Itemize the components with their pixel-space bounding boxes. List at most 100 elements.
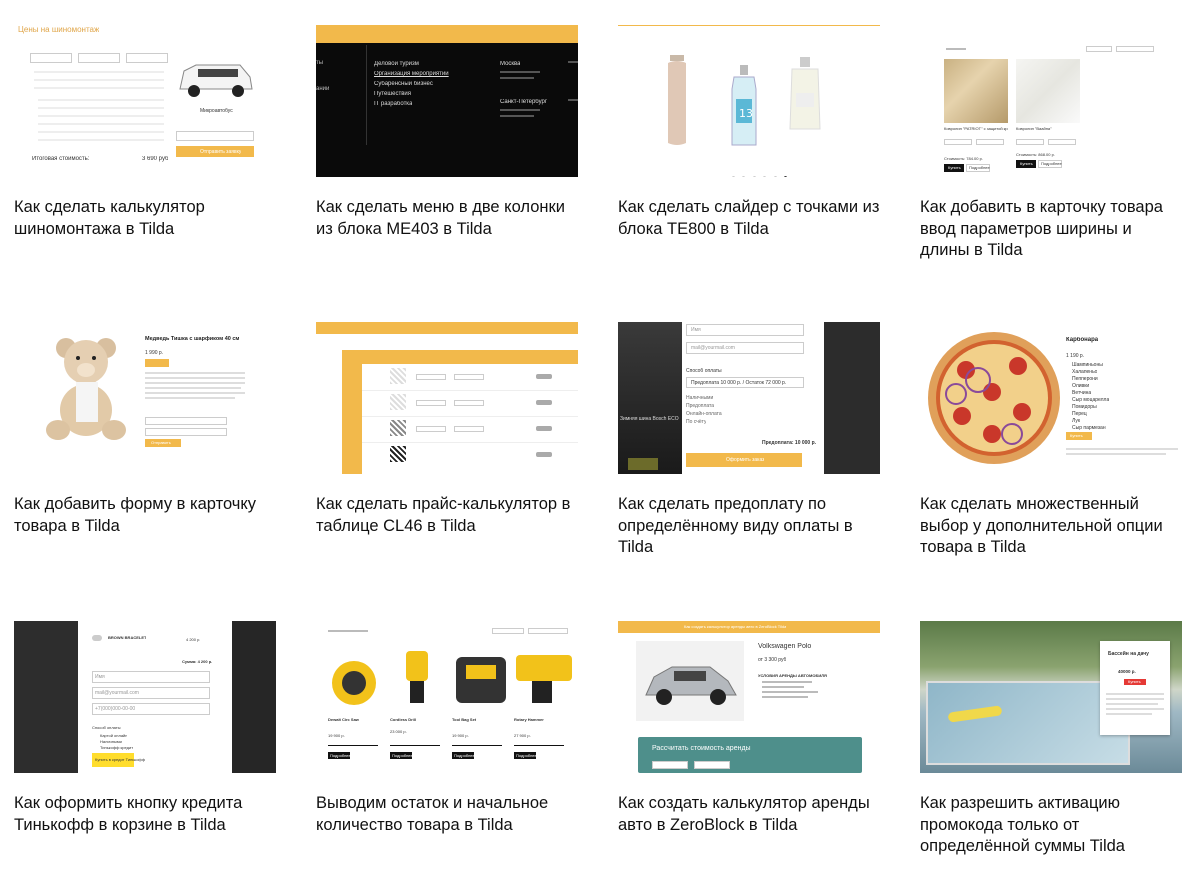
thumb-input (1016, 139, 1044, 145)
thumb-option: Халапеньо (1072, 369, 1098, 375)
order-button: Оформить заказ (686, 453, 802, 467)
thumb-top-line (618, 25, 880, 26)
card-title[interactable]: Как разрешить активацию промокода только… (920, 793, 1182, 858)
pay-option: Предоплата (686, 403, 715, 409)
card-title[interactable]: Как создать калькулятор аренды авто в Ze… (618, 793, 880, 836)
thumb-total: 3 690 руб (142, 156, 169, 162)
thumb-select (454, 374, 484, 380)
cart-backdrop (232, 621, 276, 773)
card-title[interactable]: Как сделать калькулятор шиномонтажа в Ti… (14, 197, 276, 240)
thumb-line (38, 115, 164, 117)
thumb-select (454, 400, 484, 406)
pay-select: Предоплата 10 000 р. / Остаток 72 000 р. (686, 377, 804, 388)
thumb-more-button: Подробнее (452, 752, 475, 759)
thumb-table-header (342, 350, 578, 364)
thumb-price: 23 000 р. (390, 729, 407, 734)
thumb-select (126, 53, 168, 63)
thumb-price: 1 190 р. (1066, 353, 1085, 359)
car-name: Volkswagen Polo (758, 643, 812, 650)
thumb-line (762, 681, 812, 683)
thumb-price: 19 900 р. (328, 733, 345, 738)
card-thumbnail: Ковролин "PATRIOT" с защитой кромкой Ков… (920, 25, 1182, 177)
thumb-button: Отправить заявку (176, 146, 254, 157)
name-input: Имя (686, 324, 804, 336)
thumb-line (34, 87, 164, 89)
car-price: от 3 300 руб (758, 657, 787, 663)
thumb-product: Медведь Тишка с шарфиком 40 см (145, 336, 240, 342)
car-image (636, 641, 744, 721)
thumb-line (145, 377, 245, 379)
teddy-bear-image (46, 338, 126, 440)
thumb-menu-item: Субаренсный бизнес (374, 81, 433, 87)
cart-input: Имя (92, 671, 210, 683)
thumb-divider (366, 45, 367, 145)
thumb-total-label: Итоговая стоимость: (32, 156, 90, 162)
svg-text:13: 13 (739, 107, 753, 120)
cart-sum: Сумма: 4 200 р. (182, 659, 213, 664)
date-input (652, 761, 688, 769)
thumb-row-line (362, 390, 578, 391)
thumb-option: Оливки (1072, 383, 1090, 389)
card-title[interactable]: Как оформить кнопку кредита Тинькофф в к… (14, 793, 276, 836)
thumb-product: Карбонара (1066, 337, 1099, 343)
thumb-city: Москва (500, 61, 521, 67)
thumb-button (145, 359, 169, 367)
buy-button: Купить (1124, 679, 1146, 685)
thumb-select (30, 53, 72, 63)
thumb-menu-item: Организация мероприятий (374, 71, 449, 77)
thumb-line (500, 71, 540, 73)
card-title[interactable]: Как сделать меню в две колонки из блока … (316, 197, 578, 240)
tile-image (390, 446, 406, 462)
thumb-table-column (342, 364, 362, 474)
thumb-product: Ковролин "PATRIOT" с защитой кромкой (944, 126, 1008, 131)
thumb-price: 27 900 р. (514, 733, 531, 738)
thumb-select (416, 400, 446, 406)
card-title[interactable]: Как добавить форму в карточку товара в T… (14, 494, 276, 537)
card-title[interactable]: Как сделать множественный выбор у дополн… (920, 494, 1182, 559)
tools-image (332, 651, 572, 705)
thumb-menu-item: Деловой туризм (374, 61, 419, 67)
thumb-line (145, 382, 245, 384)
thumb-row-button (536, 426, 552, 431)
stock-bar (452, 745, 502, 746)
thumb-more-button: Подробнее (328, 752, 351, 759)
thumb-breadcrumb (946, 48, 966, 50)
slider-dots[interactable] (732, 166, 788, 177)
cart-pay-option: Тинькофф кредит (100, 745, 134, 750)
thumb-product: Tool Bag Set (452, 717, 477, 722)
thumb-city: Санкт-Петербург (500, 99, 548, 105)
card-thumbnail: 13 (618, 25, 880, 177)
carpet-image (944, 59, 1008, 123)
thumb-price: 19 900 р. (452, 733, 469, 738)
card-title[interactable]: Как добавить в карточку товара ввод пара… (920, 197, 1182, 262)
thumb-search (492, 628, 524, 634)
thumb-line (34, 79, 164, 81)
card-thumbnail: Зимняя шина Bosch ECO Имя mail@yourmail.… (618, 322, 880, 474)
pay-option: Наличными (686, 395, 714, 401)
thumb-vehicle: Микроавтобус (200, 108, 233, 114)
product-image: Зимняя шина Bosch ECO (618, 322, 682, 474)
thumb-more-button: Подробнее (966, 164, 990, 172)
stock-bar (390, 745, 440, 746)
thumb-input (145, 428, 227, 436)
thumb-search (1086, 46, 1112, 52)
thumb-price: Стоимость: 868.00 р. (1016, 152, 1055, 157)
thumb-input (944, 139, 972, 145)
card-title[interactable]: Как сделать предоплату по определённому … (618, 494, 880, 559)
carpet-image (1016, 59, 1080, 123)
card-title[interactable]: Как сделать слайдер с точками из блока T… (618, 197, 880, 240)
thumb-line (762, 696, 808, 698)
thumb-row-line (362, 442, 578, 443)
card-title[interactable]: Как сделать прайс-калькулятор в таблице … (316, 494, 578, 537)
card-thumbnail: Dewalt Circ Saw Cordless Drill Tool Bag … (316, 621, 578, 773)
pay-option: Онлайн-оплата (686, 411, 722, 417)
card-thumbnail: Медведь Тишка с шарфиком 40 см 1 990 р. … (14, 322, 276, 474)
thumb-button: Купить (1066, 432, 1092, 440)
card-title[interactable]: Выводим остаток и начальное количество т… (316, 793, 578, 836)
thumb-line (38, 123, 164, 125)
tile-image (390, 394, 406, 410)
order-form: Имя mail@yourmail.com Способ оплаты Пред… (682, 322, 824, 474)
product-thumb (92, 635, 102, 641)
stock-bar (328, 745, 378, 746)
card-thumbnail: Карбонара 1 190 р. Шампиньоны Халапеньо … (920, 322, 1182, 474)
